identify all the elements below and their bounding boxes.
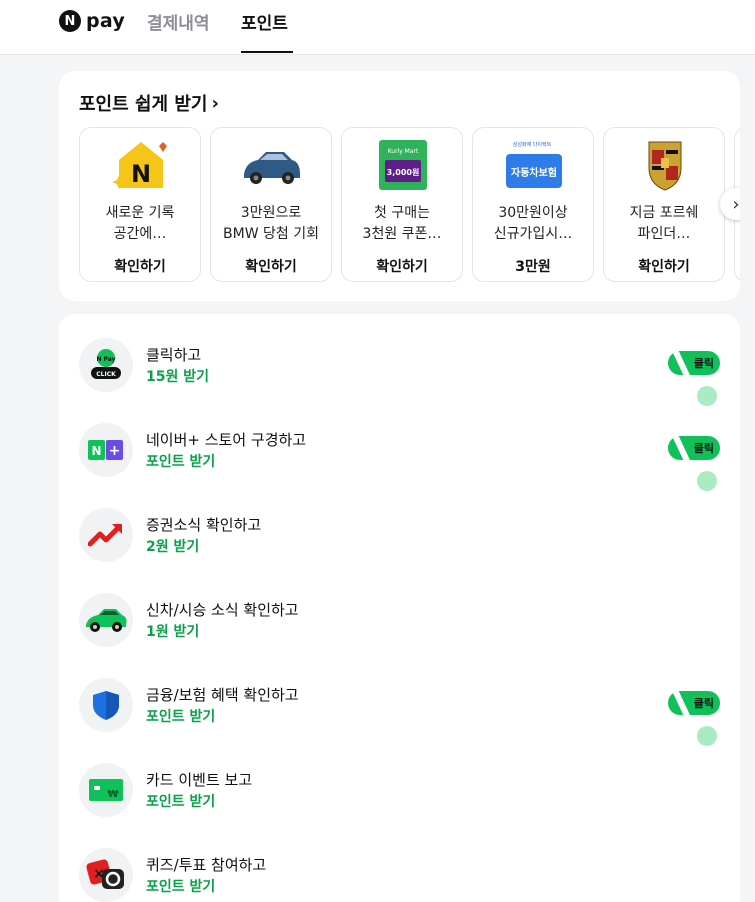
offer-tile[interactable]: 지금 포르쉐 파인더… 확인하기: [603, 127, 725, 282]
status-dot: [697, 386, 717, 406]
task-reward: 포인트 받기: [146, 794, 216, 810]
task-title: 증권소식 확인하고: [146, 516, 262, 534]
svg-text:자동차보험: 자동차보험: [511, 166, 557, 179]
shield-icon: [79, 678, 133, 732]
task-reward: 2원 받기: [146, 539, 200, 555]
offer-tile[interactable]: Kurly Mart 3,000원 첫 구매는 3천원 쿠폰… 확인하기: [341, 127, 463, 282]
naver-n-logo-icon: N: [59, 10, 81, 32]
offer-cta[interactable]: 3만원: [473, 256, 593, 276]
click-badge[interactable]: 클릭: [668, 436, 720, 460]
task-title: 카드 이벤트 보고: [146, 771, 253, 789]
green-car-icon: [79, 593, 133, 647]
task-reward: 포인트 받기: [146, 709, 216, 725]
task-title: 네이버+ 스토어 구경하고: [146, 431, 307, 449]
easy-points-title[interactable]: 포인트 쉽게 받기 ›: [79, 90, 219, 116]
card-won-icon: ₩: [79, 763, 133, 817]
offer-description: 첫 구매는 3천원 쿠폰…: [362, 205, 442, 242]
task-title: 신차/시승 소식 확인하고: [146, 601, 299, 619]
naver-n-icon: N: [109, 136, 173, 194]
offer-cta[interactable]: 확인하기: [604, 256, 724, 276]
offer-cta[interactable]: 확인하기: [211, 256, 331, 276]
list-item[interactable]: 금융/보험 혜택 확인하고 포인트 받기 클릭: [59, 678, 740, 748]
offer-tile[interactable]: 3만원으로 BMW 당첨 기회 확인하기: [210, 127, 332, 282]
task-title: 클릭하고: [146, 346, 202, 364]
list-item[interactable]: N Pay CLICK 클릭하고 15원 받기 클릭: [59, 338, 740, 408]
status-dot: [697, 471, 717, 491]
click-badge-label: 클릭: [693, 357, 714, 370]
task-reward: 15원 받기: [146, 369, 209, 385]
quiz-vote-icon: ×: [79, 848, 133, 902]
logo-text: pay: [86, 10, 126, 32]
active-tab-indicator: [241, 51, 293, 53]
list-item[interactable]: 증권소식 확인하고 2원 받기: [59, 508, 740, 578]
offer-cta[interactable]: 확인하기: [80, 256, 200, 276]
top-header: N pay 결제내역 포인트: [0, 0, 755, 55]
point-tasks-list: N Pay CLICK 클릭하고 15원 받기 클릭 N + 네이버+ 스토어 …: [59, 314, 740, 902]
click-badge[interactable]: 클릭: [668, 351, 720, 375]
tab-payment-history[interactable]: 결제내역: [147, 9, 210, 34]
offer-tile[interactable]: 삼성화재 다이렉트 자동차보험 30만원이상 신규가입시… 3만원: [472, 127, 594, 282]
click-badge-label: 클릭: [693, 697, 714, 710]
svg-text:CLICK: CLICK: [96, 371, 116, 378]
offer-carousel[interactable]: N 새로운 기록 공간에… 확인하기 3만원으로 BMW 당첨 기회 확인하기 …: [79, 127, 740, 282]
chevron-right-icon: ›: [211, 92, 219, 114]
bmw-car-icon: [240, 136, 304, 194]
easy-points-card: 포인트 쉽게 받기 › N 새로운 기록 공간에… 확인하기 3만원으로 BMW…: [59, 71, 740, 301]
svg-text:3,000원: 3,000원: [387, 167, 420, 177]
porsche-crest-icon: [633, 136, 697, 194]
npay-logo[interactable]: N pay: [59, 10, 125, 32]
svg-text:Kurly Mart: Kurly Mart: [388, 148, 419, 155]
click-badge-label: 클릭: [693, 442, 714, 455]
task-title: 퀴즈/투표 참여하고: [146, 856, 267, 874]
offer-description: 새로운 기록 공간에…: [105, 205, 175, 242]
task-reward: 포인트 받기: [146, 454, 216, 470]
task-title: 금융/보험 혜택 확인하고: [146, 686, 299, 704]
svg-text:+: +: [109, 443, 121, 459]
kurly-coupon-icon: Kurly Mart 3,000원: [371, 136, 435, 194]
task-reward: 1원 받기: [146, 624, 200, 640]
offer-description: 30만원이상 신규가입시…: [493, 205, 573, 242]
offer-cta[interactable]: 확인하기: [342, 256, 462, 276]
list-item[interactable]: 신차/시승 소식 확인하고 1원 받기: [59, 593, 740, 663]
chevron-right-icon: ›: [732, 193, 740, 215]
task-reward: 포인트 받기: [146, 879, 216, 895]
offer-tile[interactable]: N 새로운 기록 공간에… 확인하기: [79, 127, 201, 282]
status-dot: [697, 726, 717, 746]
svg-text:₩: ₩: [107, 789, 118, 800]
list-item[interactable]: × 퀴즈/투표 참여하고 포인트 받기: [59, 848, 740, 902]
naver-plus-icon: N +: [79, 423, 133, 477]
npay-click-icon: N Pay CLICK: [79, 338, 133, 392]
click-badge[interactable]: 클릭: [668, 691, 720, 715]
list-item[interactable]: ₩ 카드 이벤트 보고 포인트 받기: [59, 763, 740, 833]
svg-text:N: N: [91, 444, 101, 458]
stock-up-arrow-icon: [79, 508, 133, 562]
easy-points-title-text: 포인트 쉽게 받기: [79, 94, 208, 115]
offer-description: 지금 포르쉐 파인더…: [629, 205, 699, 242]
svg-text:삼성화재 다이렉트: 삼성화재 다이렉트: [513, 141, 552, 148]
tab-points[interactable]: 포인트: [241, 9, 288, 34]
svg-text:N Pay: N Pay: [96, 356, 115, 363]
offer-description: 3만원으로 BMW 당첨 기회: [223, 205, 319, 242]
svg-text:N: N: [131, 160, 151, 188]
insurance-icon: 삼성화재 다이렉트 자동차보험: [502, 136, 566, 194]
list-item[interactable]: N + 네이버+ 스토어 구경하고 포인트 받기 클릭: [59, 423, 740, 493]
